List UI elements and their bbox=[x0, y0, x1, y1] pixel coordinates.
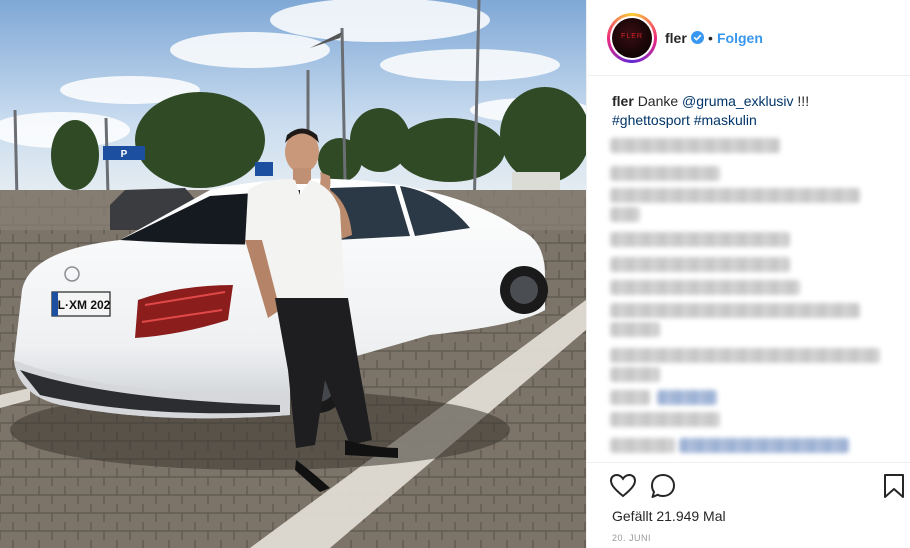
blurred-comment bbox=[610, 390, 650, 405]
road-sign-label: P bbox=[121, 149, 128, 160]
blurred-comment bbox=[610, 412, 720, 427]
post-header: FLER fler • Folgen bbox=[587, 0, 910, 76]
blurred-comment bbox=[610, 280, 800, 295]
blurred-comment bbox=[610, 257, 790, 272]
avatar[interactable]: FLER bbox=[607, 13, 657, 63]
blurred-comment bbox=[610, 367, 660, 382]
post-details-panel: FLER fler • Folgen fler Danke @gruma_exk… bbox=[586, 0, 910, 548]
bookmark-icon[interactable] bbox=[880, 472, 908, 500]
post-photo[interactable]: P L·XM 202 bbox=[0, 0, 586, 548]
blurred-comment bbox=[610, 322, 660, 337]
actions-divider bbox=[587, 462, 910, 463]
caption-username[interactable]: fler bbox=[612, 93, 634, 109]
blurred-comment bbox=[610, 438, 675, 453]
follow-button[interactable]: Folgen bbox=[717, 30, 763, 46]
caption-text: Danke bbox=[637, 93, 679, 109]
hashtag-link[interactable]: #maskulin bbox=[694, 112, 757, 128]
post-date[interactable]: 20. JUNI bbox=[612, 533, 651, 543]
blurred-comment bbox=[610, 232, 790, 247]
blurred-comment bbox=[610, 166, 720, 181]
like-count[interactable]: Gefällt 21.949 Mal bbox=[612, 508, 726, 524]
separator-dot: • bbox=[708, 30, 713, 46]
avatar-text: FLER bbox=[621, 33, 643, 40]
post-caption: fler Danke @gruma_exklusiv !!! #ghettosp… bbox=[612, 92, 892, 130]
blurred-comment bbox=[610, 188, 860, 203]
comment-bubble-icon[interactable] bbox=[649, 472, 677, 500]
blurred-comment bbox=[610, 348, 880, 363]
caption-mention-link[interactable]: @gruma_exklusiv bbox=[682, 93, 793, 109]
blurred-comment-mention bbox=[679, 438, 849, 453]
verified-badge-icon bbox=[691, 31, 704, 44]
license-plate-text: L·XM 202 bbox=[58, 298, 111, 312]
blurred-comment bbox=[610, 303, 860, 318]
blurred-comment-mention bbox=[657, 390, 717, 405]
username-link[interactable]: fler bbox=[665, 30, 687, 46]
caption-exclamation: !!! bbox=[797, 93, 810, 109]
heart-icon[interactable] bbox=[609, 472, 637, 500]
blurred-comment bbox=[610, 207, 640, 222]
avatar-image: FLER bbox=[612, 18, 652, 58]
blurred-comment bbox=[610, 138, 780, 153]
hashtag-link[interactable]: #ghettosport bbox=[612, 112, 690, 128]
